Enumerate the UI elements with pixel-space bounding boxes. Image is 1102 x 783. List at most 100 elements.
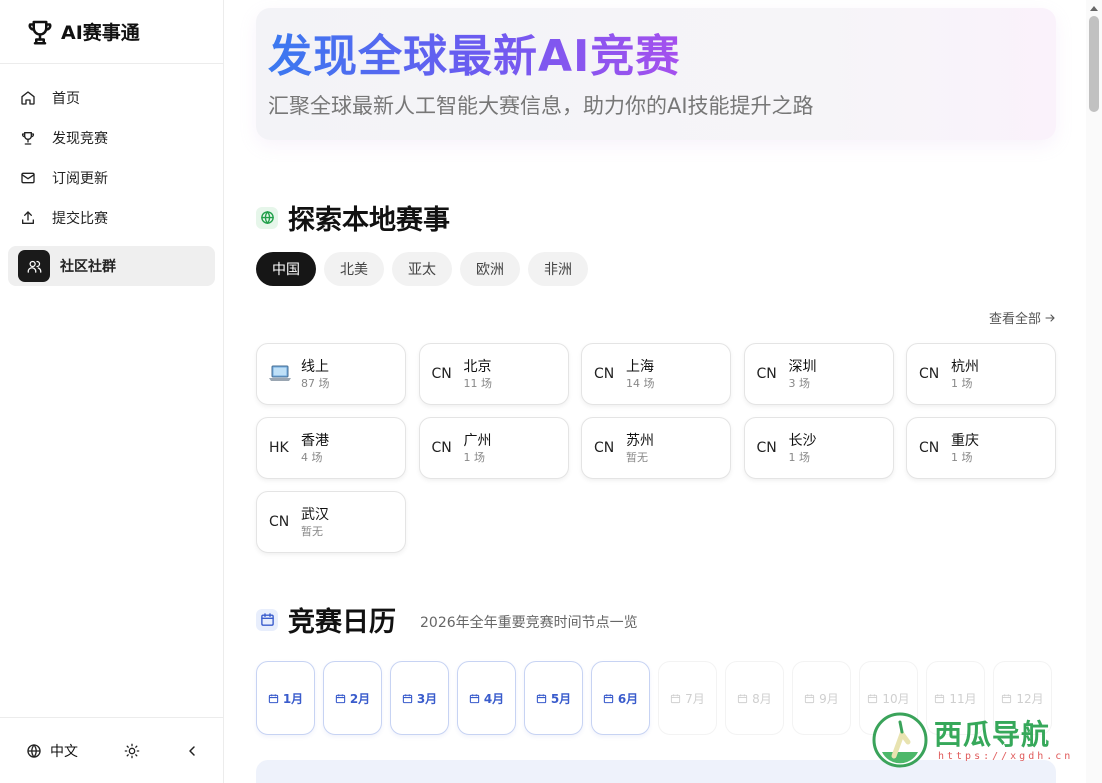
city-count: 14 场 (626, 376, 655, 390)
month-6[interactable]: 6月 (591, 661, 650, 735)
city-count: 4 场 (301, 450, 323, 464)
country-code: CN (756, 366, 777, 382)
country-code: CN (431, 440, 452, 456)
city-count: 1 场 (951, 450, 973, 464)
month-5[interactable]: 5月 (524, 661, 583, 735)
sidebar-item-label: 提交比赛 (52, 211, 108, 227)
calendar-icon (260, 613, 274, 626)
city-card-guangzhou[interactable]: CN 广州 1 场 (418, 417, 569, 479)
month-label: 11月 (949, 691, 977, 706)
month-label: 5月 (550, 691, 572, 706)
calendar-section-title: 竞赛日历 (288, 607, 396, 638)
country-code: CN (431, 366, 452, 382)
sidebar-item-subscribe[interactable]: 订阅更新 (0, 158, 223, 198)
sidebar-item-label: 首页 (52, 91, 80, 107)
calendar-icon (671, 693, 681, 703)
scrollbar-thumb[interactable] (1089, 16, 1099, 112)
month-1[interactable]: 1月 (256, 661, 315, 735)
tab-europe[interactable]: 欧洲 (460, 252, 520, 286)
app-logo[interactable]: AI赛事通 (0, 0, 223, 64)
theme-toggle-button[interactable] (124, 743, 140, 763)
city-card-hongkong[interactable]: HK 香港 4 场 (256, 417, 406, 479)
calendar-icon (335, 693, 345, 703)
month-label: 1月 (282, 691, 304, 706)
main-content: 发现全球最新AI竞赛 汇聚全球最新人工智能大赛信息，助力你的AI技能提升之路 探… (224, 0, 1086, 783)
city-count: 87 场 (301, 376, 330, 390)
city-name: 广州 (463, 432, 492, 449)
city-card-shenzhen[interactable]: CN 深圳 3 场 (743, 343, 894, 405)
chevron-left-icon (189, 746, 195, 756)
watermelon-logo-icon (872, 712, 928, 768)
month-label: 12月 (1016, 691, 1044, 706)
city-name: 长沙 (788, 432, 817, 449)
city-card-beijing[interactable]: CN 北京 11 场 (418, 343, 569, 405)
language-label: 中文 (50, 743, 78, 760)
laptop-icon (269, 365, 301, 383)
month-label: 2月 (349, 691, 371, 706)
city-name: 杭州 (951, 358, 979, 375)
calendar-icon (402, 693, 412, 703)
collapse-sidebar-button[interactable] (184, 743, 200, 763)
local-section-title: 探索本地赛事 (288, 205, 450, 236)
sidebar-item-label: 社区社群 (60, 259, 116, 275)
month-label: 7月 (685, 691, 705, 706)
city-card-online[interactable]: 线上 87 场 (256, 343, 406, 405)
month-8[interactable]: 8月 (725, 661, 784, 735)
globe-icon (260, 211, 274, 224)
hero-banner: 发现全球最新AI竞赛 汇聚全球最新人工智能大赛信息，助力你的AI技能提升之路 (256, 8, 1056, 140)
sidebar: AI赛事通 首页 发现竞赛 订阅更新 提交比赛 社区社群 中文 (0, 0, 224, 783)
sidebar-item-submit[interactable]: 提交比赛 (0, 198, 223, 238)
scroll-up-arrow-icon[interactable] (1090, 6, 1098, 11)
tab-africa[interactable]: 非洲 (528, 252, 588, 286)
tab-asia-pacific[interactable]: 亚太 (392, 252, 452, 286)
sidebar-item-discover[interactable]: 发现竞赛 (0, 118, 223, 158)
month-label: 9月 (819, 691, 839, 706)
city-card-suzhou[interactable]: CN 苏州 暂无 (581, 417, 731, 479)
city-name: 香港 (301, 432, 329, 449)
month-label: 8月 (752, 691, 772, 706)
scrollbar[interactable] (1086, 0, 1102, 783)
month-4[interactable]: 4月 (457, 661, 516, 735)
month-3[interactable]: 3月 (390, 661, 449, 735)
city-name: 深圳 (788, 358, 817, 375)
country-code: CN (594, 366, 615, 382)
tab-china[interactable]: 中国 (256, 252, 316, 286)
globe-icon (27, 743, 41, 758)
calendar-icon (603, 693, 613, 703)
calendar-icon (469, 693, 479, 703)
calendar-section-header: 竞赛日历 2026年全年重要竞赛时间节点一览 (256, 600, 638, 639)
month-7[interactable]: 7月 (658, 661, 717, 735)
city-card-chongqing[interactable]: CN 重庆 1 场 (906, 417, 1056, 479)
hero-subtitle: 汇聚全球最新人工智能大赛信息，助力你的AI技能提升之路 (268, 94, 814, 118)
tab-north-america[interactable]: 北美 (324, 252, 384, 286)
sidebar-item-home[interactable]: 首页 (0, 78, 223, 118)
city-name: 重庆 (951, 432, 979, 449)
view-all-link[interactable]: 查看全部 (989, 308, 1056, 327)
month-9[interactable]: 9月 (792, 661, 851, 735)
calendar-icon (1002, 693, 1012, 703)
users-icon-box (18, 250, 50, 282)
language-switch[interactable]: 中文 (26, 741, 78, 761)
sun-icon (124, 743, 140, 759)
calendar-icon (935, 693, 945, 703)
city-card-changsha[interactable]: CN 长沙 1 场 (743, 417, 894, 479)
month-label: 6月 (617, 691, 639, 706)
city-name: 北京 (463, 358, 492, 375)
city-card-shanghai[interactable]: CN 上海 14 场 (581, 343, 731, 405)
country-code: HK (269, 440, 289, 456)
sidebar-item-community[interactable]: 社区社群 (8, 246, 215, 286)
sidebar-footer: 中文 (0, 717, 223, 783)
calendar-icon (868, 693, 878, 703)
country-code: CN (919, 440, 940, 456)
users-icon (27, 260, 41, 273)
app-name: AI赛事通 (61, 22, 140, 44)
city-card-wuhan[interactable]: CN 武汉 暂无 (256, 491, 406, 553)
city-name: 武汉 (301, 506, 329, 523)
city-card-hangzhou[interactable]: CN 杭州 1 场 (906, 343, 1056, 405)
month-label: 4月 (483, 691, 505, 706)
watermark-title: 西瓜导航 (934, 717, 1051, 751)
month-2[interactable]: 2月 (323, 661, 382, 735)
hero-title: 发现全球最新AI竞赛 (268, 20, 680, 84)
trophy-icon (21, 132, 35, 145)
home-icon (21, 91, 35, 105)
